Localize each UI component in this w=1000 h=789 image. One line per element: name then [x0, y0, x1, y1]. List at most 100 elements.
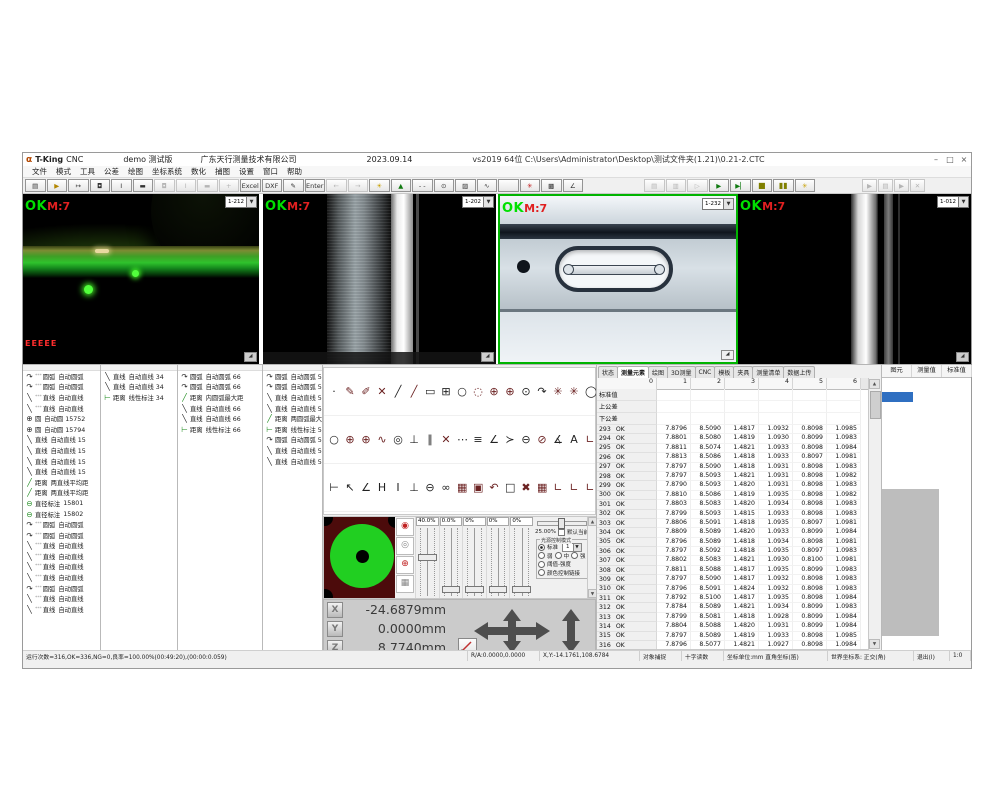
radio-threshold[interactable]	[538, 561, 545, 568]
measure-tool-icon[interactable]: ◎	[393, 433, 403, 446]
slider-track[interactable]	[491, 528, 506, 596]
table-row[interactable]: 313OK7.87998.50811.48181.09280.80991.098…	[597, 613, 869, 622]
table-row[interactable]: 300OK7.88108.50861.48191.09350.80981.098…	[597, 491, 869, 500]
measure-tool-icon[interactable]: ↷	[537, 385, 547, 398]
measure-tool-icon[interactable]: ∟	[585, 481, 595, 494]
table-row[interactable]: 297OK7.87978.50901.48181.09310.80981.098…	[597, 463, 869, 472]
list-item[interactable]: ╲***直线自动直线	[23, 593, 100, 604]
measure-tool-icon[interactable]: ∞	[441, 481, 451, 494]
table-row[interactable]: 310OK7.87968.50911.48241.09320.80981.098…	[597, 585, 869, 594]
maximize-button[interactable]: □	[943, 154, 957, 165]
toolbar-gray-block-2-button[interactable]: ▬	[197, 179, 218, 192]
light-slider[interactable]: 0.0%	[439, 517, 463, 598]
chevron-down-icon[interactable]: ▼	[958, 197, 968, 207]
toolbar-laser-star-button[interactable]: ✳	[520, 179, 541, 192]
list-item[interactable]: ↷***圆弧自动圆弧	[23, 583, 100, 594]
table-row[interactable]: 301OK7.88038.50831.48201.09340.80981.098…	[597, 500, 869, 509]
light-slider[interactable]: 0%	[486, 517, 510, 598]
list-item[interactable]: ╱距离两直线平均距	[23, 477, 100, 488]
toolbar-enter-button[interactable]: Enter	[305, 179, 326, 192]
measure-tool-icon[interactable]: ∟	[569, 481, 579, 494]
slider-thumb[interactable]	[489, 586, 508, 593]
measure-tool-icon[interactable]: ∿	[377, 433, 387, 446]
list-item[interactable]: ⊢距离线性标注 55	[263, 424, 322, 435]
measure-tool-icon[interactable]: ∠	[361, 481, 371, 494]
list-item[interactable]: ⊢距离线性标注 66	[178, 424, 262, 435]
list-item[interactable]: ╲***直线自动直线	[23, 403, 100, 414]
toolbar-move-button[interactable]: +	[219, 179, 240, 192]
slider-thumb[interactable]	[442, 586, 461, 593]
measure-tool-icon[interactable]: ⊖	[425, 481, 435, 494]
menu-item[interactable]: 绘图	[128, 166, 143, 177]
tab-测量元素[interactable]: 测量元素	[617, 366, 649, 378]
tab-CNC[interactable]: CNC	[695, 366, 716, 378]
toolbar-excel-export-button[interactable]: Excel	[240, 179, 261, 192]
table-row[interactable]: 307OK7.88028.50831.48211.09300.81001.098…	[597, 556, 869, 565]
measure-tool-icon[interactable]: ✐	[361, 385, 371, 398]
table-row[interactable]: 303OK7.88068.50911.48181.09350.80971.098…	[597, 519, 869, 528]
camera-channel-select[interactable]: 1-232▼	[702, 198, 734, 210]
camera-resize-grip[interactable]: ◢	[956, 352, 969, 362]
tab-数据上传[interactable]: 数据上传	[783, 366, 815, 378]
toolbar-lamp-button[interactable]: ☀	[369, 179, 390, 192]
ring-light-preview[interactable]	[324, 517, 395, 598]
list-item[interactable]: ╲直线自动直线 55	[263, 403, 322, 414]
toolbar-blank-button[interactable]	[498, 179, 519, 192]
slider-track[interactable]	[444, 528, 459, 596]
toolbar-open-3-button[interactable]: ▶	[894, 179, 909, 192]
toolbar-save-3-button[interactable]: ▤	[878, 179, 893, 192]
list-item[interactable]: ╲***直线自动直线	[23, 541, 100, 552]
status-segment[interactable]: 十字读数	[682, 651, 724, 661]
table-row[interactable]: 312OK7.87848.50891.48211.09340.80991.098…	[597, 603, 869, 612]
radio-weak[interactable]	[538, 552, 545, 559]
measure-tool-icon[interactable]: ⊖	[521, 433, 531, 446]
table-row[interactable]: 295OK7.88118.50741.48211.09330.80981.098…	[597, 444, 869, 453]
measure-tool-icon[interactable]: ⊞	[441, 385, 451, 398]
measure-tool-icon[interactable]: ✳	[569, 385, 579, 398]
measure-tool-icon[interactable]: ✕	[377, 385, 387, 398]
measure-tool-icon[interactable]: ▣	[473, 481, 483, 494]
table-row[interactable]: 305OK7.87968.50891.48181.09340.80981.098…	[597, 538, 869, 547]
radio-standard[interactable]	[538, 544, 545, 551]
camera-view-2[interactable]: OKM:7 1-202▼ ◢	[263, 194, 496, 364]
backlight-icon[interactable]: ▦	[396, 575, 414, 593]
measure-tool-icon[interactable]: ↶	[489, 481, 499, 494]
table-row[interactable]: 311OK7.87928.51001.48171.09350.80981.098…	[597, 594, 869, 603]
list-item[interactable]: ╲直线自动直线 15	[23, 466, 100, 477]
measure-tool-icon[interactable]: ≡	[473, 433, 483, 446]
toolbar-play-to-end-button[interactable]: ▶▏	[730, 179, 751, 192]
measure-tool-icon[interactable]: ⊕	[361, 433, 371, 446]
toolbar-save-2-button[interactable]: ▤	[644, 179, 665, 192]
tab-模板[interactable]: 模板	[714, 366, 734, 378]
list-item[interactable]: ↷***圆弧自动圆弧	[23, 371, 100, 382]
tab-状态[interactable]: 状态	[598, 366, 618, 378]
measure-tool-icon[interactable]: ╱	[393, 385, 403, 398]
cross-light-icon[interactable]: ⊕	[396, 556, 414, 574]
slider-thumb[interactable]	[558, 518, 565, 529]
tab-3D测量[interactable]: 3D测量	[667, 366, 695, 378]
list-item[interactable]: ╱距离两圆弧最大距	[263, 413, 322, 424]
chevron-down-icon[interactable]: ▼	[573, 544, 581, 551]
toolbar-gray-block-button[interactable]: ▬	[133, 179, 154, 192]
scrollbar-thumb[interactable]	[870, 391, 881, 419]
slider-thumb[interactable]	[418, 554, 437, 561]
measure-tool-icon[interactable]: ✎	[345, 385, 355, 398]
toolbar-curve-button[interactable]: ∿	[477, 179, 498, 192]
toolbar-save-button[interactable]: ▤	[25, 179, 46, 192]
measure-tool-icon[interactable]: ▦	[457, 481, 467, 494]
minimize-button[interactable]: –	[929, 154, 943, 165]
toolbar-pages-button[interactable]: ▥	[666, 179, 687, 192]
list-item[interactable]: ╲***直线自动直线	[23, 572, 100, 583]
menu-item[interactable]: 窗口	[263, 166, 278, 177]
toolbar-probe-arrow-button[interactable]: ↦	[68, 179, 89, 192]
toolbar-qr-code-button[interactable]: ▩	[541, 179, 562, 192]
light-slider[interactable]: 0%	[462, 517, 486, 598]
measure-tool-icon[interactable]: ⊢	[329, 481, 339, 494]
radio-medium[interactable]	[555, 552, 562, 559]
list-item[interactable]: ╲直线自动直线 66	[178, 403, 262, 414]
chevron-down-icon[interactable]: ▼	[246, 197, 256, 207]
measure-tool-icon[interactable]: ∥	[425, 433, 435, 446]
table-vertical-scrollbar[interactable]: ▲ ▼	[868, 378, 881, 650]
list-item[interactable]: ╲***直线自动直线	[23, 562, 100, 573]
list-item[interactable]: ╲直线自动直线 55	[263, 392, 322, 403]
